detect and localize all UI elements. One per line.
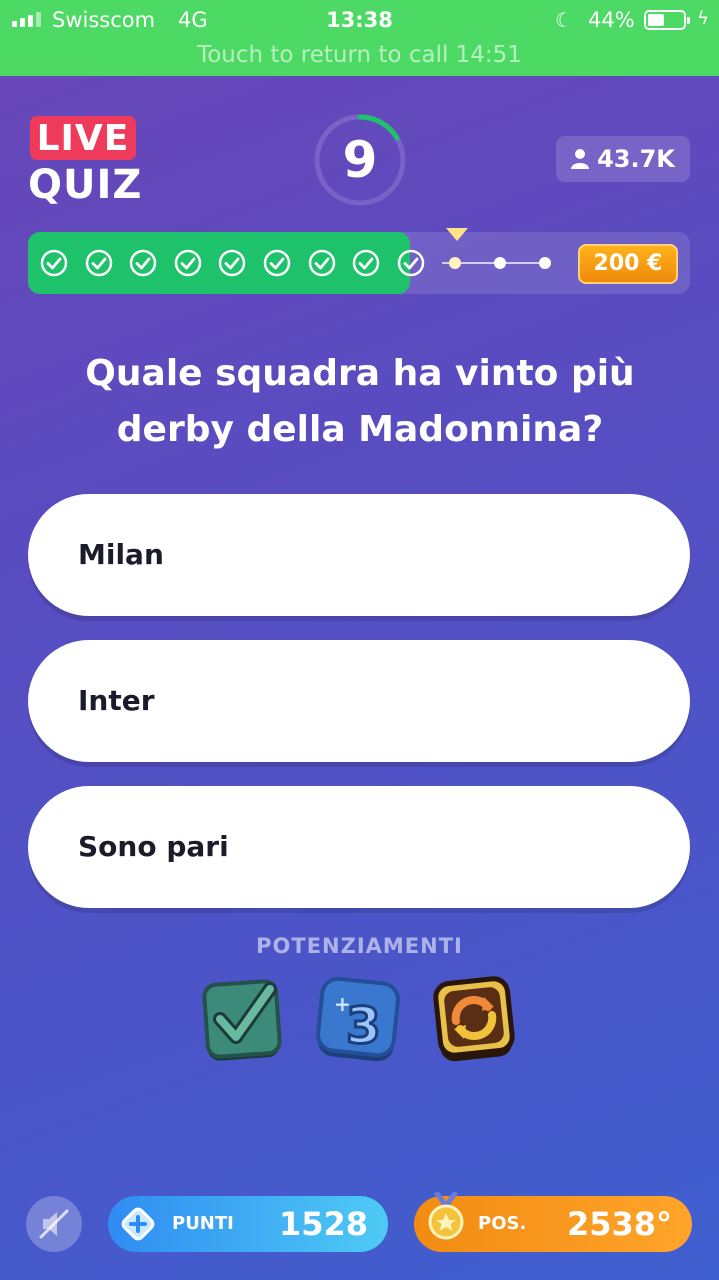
battery-icon xyxy=(644,10,690,30)
prize-badge: 200 € xyxy=(578,244,678,284)
position-pill: POS. 2538° xyxy=(414,1192,692,1252)
step-pending-dot xyxy=(494,257,506,269)
points-pill: PUNTI 1528 xyxy=(108,1196,388,1252)
step-pending-dot xyxy=(449,257,462,269)
return-to-call-banner[interactable]: Touch to return to call 14:51 xyxy=(0,42,719,68)
charging-icon: ϟ xyxy=(697,8,709,29)
timer-value: 9 xyxy=(342,131,378,189)
step-completed-check-icon xyxy=(352,249,380,277)
refresh-icon xyxy=(433,976,515,1062)
status-bar: Swisscom 4G 13:38 ☾ 44% ϟ Touch to retur… xyxy=(0,0,719,76)
logo-live-text: LIVE xyxy=(30,116,136,160)
step-completed-check-icon xyxy=(263,249,291,277)
points-label: PUNTI xyxy=(172,1213,234,1234)
player-count: 43.7K xyxy=(556,136,690,182)
player-count-value: 43.7K xyxy=(597,145,675,173)
step-pending-dot xyxy=(538,257,551,269)
step-completed-check-icon xyxy=(308,249,335,277)
live-quiz-logo: LIVE QUIZ xyxy=(28,116,143,208)
logo-quiz-text: QUIZ xyxy=(28,162,143,208)
battery-percent: 44% xyxy=(588,8,635,32)
question-text: Quale squadra ha vinto più derby della M… xyxy=(85,353,635,450)
powerup-correct-answer-button[interactable] xyxy=(198,975,288,1065)
step-completed-check-icon xyxy=(40,249,68,277)
step-completed-check-icon xyxy=(129,249,157,277)
do-not-disturb-icon: ☾ xyxy=(555,8,573,32)
position-label: POS. xyxy=(478,1213,527,1234)
position-value: 2538° xyxy=(566,1205,672,1243)
medal-icon xyxy=(428,1192,464,1240)
countdown-timer: 9 xyxy=(312,112,408,208)
powerup-extra-time-button[interactable]: + 3 xyxy=(314,975,404,1065)
check-icon xyxy=(202,979,282,1061)
step-completed-check-icon xyxy=(397,249,425,277)
plus-three-icon: + 3 xyxy=(316,976,400,1062)
powerups-title: POTENZIAMENTI xyxy=(256,934,463,958)
answer-option-1[interactable]: Milan xyxy=(28,494,690,616)
mute-button[interactable] xyxy=(26,1196,82,1252)
answer-option-2[interactable]: Inter xyxy=(28,640,690,762)
step-completed-check-icon xyxy=(85,249,112,277)
svg-text:3: 3 xyxy=(346,997,381,1055)
speaker-muted-icon xyxy=(39,1209,69,1239)
powerup-change-question-button[interactable] xyxy=(430,975,520,1065)
step-completed-check-icon xyxy=(219,249,246,277)
progress-steps xyxy=(28,232,568,294)
answer-option-3[interactable]: Sono pari xyxy=(28,786,690,908)
points-value: 1528 xyxy=(278,1205,368,1243)
step-completed-check-icon xyxy=(174,249,202,277)
plus-diamond-icon xyxy=(121,1207,155,1241)
user-icon xyxy=(571,149,590,169)
